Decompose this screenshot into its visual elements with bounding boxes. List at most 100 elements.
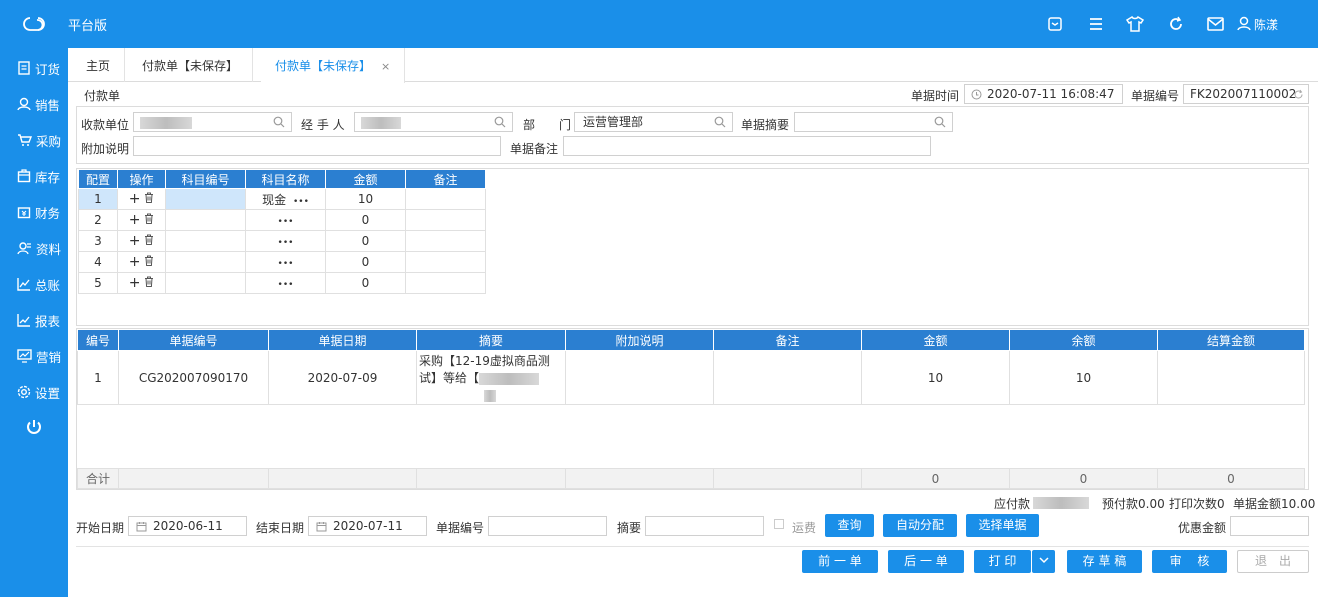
row-no: 5 xyxy=(78,272,118,294)
sidebar-item-profile[interactable]: 资料 xyxy=(0,236,68,260)
more-icon[interactable]: ••• xyxy=(278,238,294,248)
col-config[interactable]: 配置 xyxy=(78,169,118,189)
save-draft-button[interactable]: 存 草 稿 xyxy=(1067,550,1142,573)
more-icon[interactable]: ••• xyxy=(278,217,294,227)
add-row-icon[interactable]: + xyxy=(129,191,141,207)
summary-field[interactable] xyxy=(794,112,953,132)
print-button[interactable]: 打 印 xyxy=(974,550,1031,573)
trash-icon[interactable] xyxy=(144,213,154,224)
subject-code-cell[interactable] xyxy=(165,209,246,231)
user-icon xyxy=(1237,16,1251,31)
sidebar-item-sales[interactable]: 销售 xyxy=(0,92,68,116)
amount-cell[interactable]: 10 xyxy=(325,188,406,210)
exit-button[interactable]: 退 出 xyxy=(1237,550,1309,573)
add-row-icon[interactable]: + xyxy=(129,275,141,291)
select-bills-button[interactable]: 选择单据 xyxy=(966,514,1039,537)
tab-payment-1[interactable]: 付款单【未保存】 xyxy=(128,48,254,82)
filter-bill-no-field[interactable] xyxy=(488,516,607,536)
top-bar: 平台版 陈漾 xyxy=(0,0,1318,48)
search-icon[interactable] xyxy=(494,116,506,128)
extra-note-field[interactable] xyxy=(133,136,501,156)
start-date-field[interactable]: 2020-06-11 xyxy=(128,516,247,536)
subject-name-cell[interactable]: 现金 ••• xyxy=(245,188,326,210)
search-icon[interactable] xyxy=(273,116,285,128)
audit-button[interactable]: 审 核 xyxy=(1152,550,1227,573)
refresh-small-icon[interactable] xyxy=(1293,89,1304,100)
trash-icon[interactable] xyxy=(144,276,154,287)
print-dropdown-button[interactable] xyxy=(1032,550,1055,573)
sidebar-item-inventory[interactable]: 库存 xyxy=(0,164,68,188)
remark-cell[interactable] xyxy=(405,209,486,231)
menu-icon[interactable] xyxy=(1086,14,1106,34)
next-bill-button[interactable]: 后 一 单 xyxy=(888,550,964,573)
subject-code-cell[interactable] xyxy=(165,188,246,210)
payee-field[interactable] xyxy=(133,112,292,132)
handler-value-redacted xyxy=(361,116,401,129)
prev-bill-button[interactable]: 前 一 单 xyxy=(802,550,878,573)
remark-cell[interactable] xyxy=(405,272,486,294)
power-icon[interactable] xyxy=(25,418,43,436)
amount-cell[interactable]: 0 xyxy=(325,272,406,294)
department-field[interactable]: 运营管理部 xyxy=(574,112,733,132)
row-ops: + xyxy=(117,209,166,231)
add-row-icon[interactable]: + xyxy=(129,233,141,249)
subject-name-cell[interactable]: ••• xyxy=(245,230,326,252)
subject-name-cell[interactable]: ••• xyxy=(245,272,326,294)
total-empty xyxy=(565,468,714,489)
query-button[interactable]: 查询 xyxy=(825,514,874,537)
remark-cell[interactable] xyxy=(405,251,486,273)
tab-home[interactable]: 主页 xyxy=(72,48,126,82)
more-icon[interactable]: ••• xyxy=(278,280,294,290)
sidebar-item-marketing[interactable]: 营销 xyxy=(0,344,68,368)
subject-code-cell[interactable] xyxy=(165,230,246,252)
trash-icon[interactable] xyxy=(144,234,154,245)
remark-cell[interactable] xyxy=(405,230,486,252)
bill-no-value: FK202007110002 xyxy=(1190,87,1297,101)
sidebar-item-settings[interactable]: 设置 xyxy=(0,380,68,404)
add-row-icon[interactable]: + xyxy=(129,254,141,270)
search-icon[interactable] xyxy=(934,116,946,128)
subject-name-cell[interactable]: ••• xyxy=(245,209,326,231)
freight-label: 运费 xyxy=(792,521,817,535)
freight-checkbox[interactable] xyxy=(774,519,784,529)
close-icon[interactable]: × xyxy=(381,60,390,73)
mail-icon[interactable] xyxy=(1205,14,1225,34)
trash-icon[interactable] xyxy=(144,192,154,203)
bill-remark-field[interactable] xyxy=(563,136,931,156)
bill-settle-cell[interactable] xyxy=(1157,350,1305,405)
user-name[interactable]: 陈漾 xyxy=(1254,16,1278,33)
calendar-icon xyxy=(316,522,327,532)
subject-name-cell[interactable]: ••• xyxy=(245,251,326,273)
refresh-icon[interactable] xyxy=(1166,14,1186,34)
prepay-text: 预付款0.00 xyxy=(1102,497,1165,511)
amount-cell[interactable]: 0 xyxy=(325,251,406,273)
sidebar-item-report[interactable]: 报表 xyxy=(0,308,68,332)
tab-payment-active[interactable]: 付款单【未保存】 × xyxy=(261,48,406,83)
add-row-icon[interactable]: + xyxy=(129,212,141,228)
total-row: 合计 0 0 0 xyxy=(77,468,1305,489)
amount-cell[interactable]: 0 xyxy=(325,209,406,231)
more-icon[interactable]: ••• xyxy=(278,259,294,269)
handler-field[interactable] xyxy=(354,112,513,132)
search-icon[interactable] xyxy=(714,116,726,128)
remark-cell[interactable] xyxy=(405,188,486,210)
filter-summary-field[interactable] xyxy=(645,516,764,536)
col-subject-code: 科目编号 xyxy=(165,169,246,189)
sidebar-item-finance[interactable]: 财务 xyxy=(0,200,68,224)
bill-no-field[interactable]: FK202007110002 xyxy=(1183,84,1309,104)
end-date-field[interactable]: 2020-07-11 xyxy=(308,516,427,536)
sidebar-item-ledger[interactable]: 总账 xyxy=(0,272,68,296)
more-icon[interactable]: ••• xyxy=(293,197,309,207)
minimize-icon[interactable] xyxy=(1045,14,1065,34)
skin-shirt-icon[interactable] xyxy=(1125,14,1145,34)
discount-field[interactable] xyxy=(1230,516,1309,536)
sidebar-item-order[interactable]: 订货 xyxy=(0,56,68,80)
amount-cell[interactable]: 0 xyxy=(325,230,406,252)
table-row[interactable]: 1 CG202007090170 2020-07-09 采购【12-19虚拟商品… xyxy=(77,350,1305,405)
auto-allocate-button[interactable]: 自动分配 xyxy=(883,514,957,537)
sidebar-item-purchase[interactable]: 采购 xyxy=(0,128,68,152)
trash-icon[interactable] xyxy=(144,255,154,266)
subject-code-cell[interactable] xyxy=(165,251,246,273)
bill-time-field[interactable]: 2020-07-11 16:08:47 xyxy=(964,84,1123,104)
subject-code-cell[interactable] xyxy=(165,272,246,294)
